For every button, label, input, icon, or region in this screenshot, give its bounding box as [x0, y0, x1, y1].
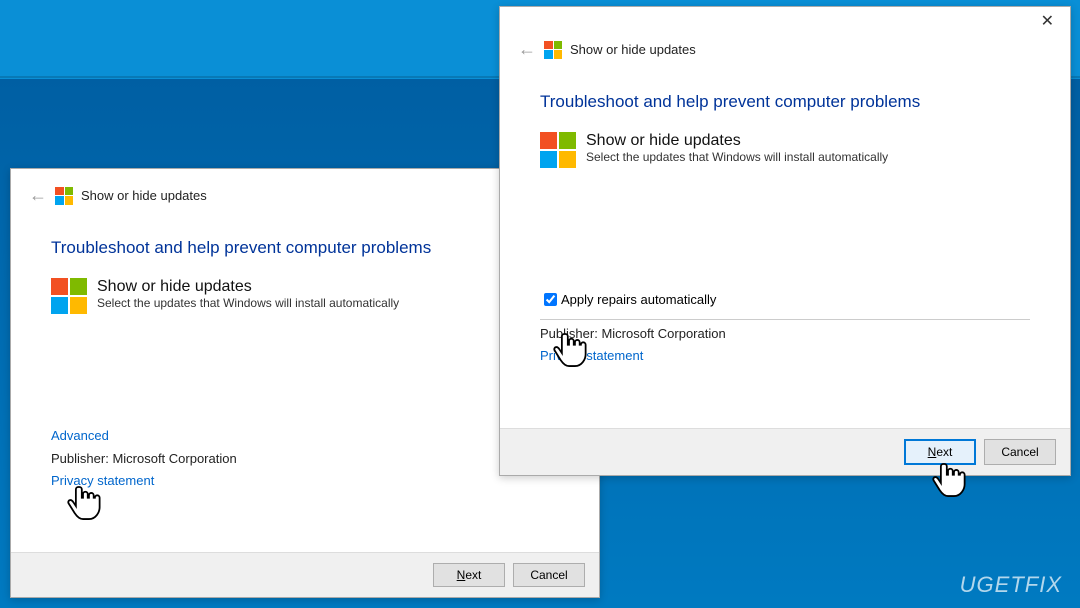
- cancel-button[interactable]: Cancel: [513, 563, 585, 587]
- section-description: Select the updates that Windows will ins…: [586, 150, 888, 164]
- publisher-text: Publisher: Microsoft Corporation: [540, 326, 1030, 341]
- button-bar: Next Cancel: [500, 428, 1070, 475]
- close-icon[interactable]: ✕: [1033, 9, 1062, 33]
- divider: [540, 319, 1030, 320]
- section-description: Select the updates that Windows will ins…: [97, 296, 399, 310]
- microsoft-logo-icon: [55, 187, 73, 205]
- page-heading: Troubleshoot and help prevent computer p…: [540, 92, 1030, 112]
- privacy-statement-link[interactable]: Privacy statement: [540, 348, 643, 363]
- privacy-statement-link[interactable]: Privacy statement: [51, 473, 154, 488]
- section-title: Show or hide updates: [97, 278, 399, 296]
- back-arrow-icon[interactable]: ←: [29, 185, 47, 206]
- advanced-link[interactable]: Advanced: [51, 428, 109, 443]
- troubleshooter-window-advanced: ✕ ← Show or hide updates Troubleshoot an…: [499, 6, 1071, 476]
- microsoft-logo-icon: [540, 132, 576, 168]
- apply-repairs-checkbox-row[interactable]: Apply repairs automatically: [540, 290, 1030, 309]
- watermark: UGETFIX: [960, 572, 1062, 598]
- microsoft-logo-icon: [51, 278, 87, 314]
- next-button[interactable]: Next: [904, 439, 976, 465]
- microsoft-logo-icon: [544, 41, 562, 59]
- next-button[interactable]: Next: [433, 563, 505, 587]
- apply-repairs-label: Apply repairs automatically: [561, 292, 716, 307]
- window-title: Show or hide updates: [81, 188, 207, 203]
- apply-repairs-checkbox[interactable]: [544, 293, 557, 306]
- back-arrow-icon[interactable]: ←: [518, 39, 536, 60]
- window-title: Show or hide updates: [570, 42, 696, 57]
- cancel-button[interactable]: Cancel: [984, 439, 1056, 465]
- page-heading: Troubleshoot and help prevent computer p…: [51, 238, 559, 258]
- button-bar: Next Cancel: [11, 552, 599, 597]
- section-title: Show or hide updates: [586, 132, 888, 150]
- title-bar: ✕: [500, 7, 1070, 35]
- publisher-text: Publisher: Microsoft Corporation: [51, 451, 559, 466]
